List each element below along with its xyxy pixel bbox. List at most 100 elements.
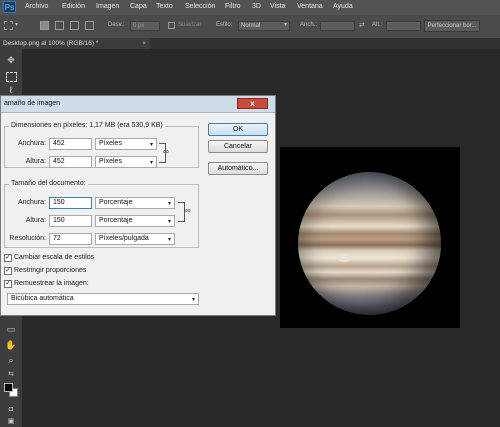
photoshop-logo: Ps (3, 1, 16, 13)
chevron-down-icon: ▾ (149, 142, 153, 148)
chain-link-icon: ∞ (163, 147, 169, 156)
pixel-width-unit-value: Píxeles (99, 140, 122, 147)
menu-capa[interactable]: Capa (130, 3, 147, 10)
chevron-down-icon: ▾ (149, 160, 153, 166)
pixel-height-unit-value: Píxeles (99, 158, 122, 165)
resample-method-value: Bicúbica automática (11, 295, 74, 302)
constrain-proportions-checkbox-row[interactable]: ✓ Restringir proporciones (4, 267, 204, 277)
move-tool-icon[interactable]: ✥ (5, 55, 17, 66)
pixel-height-input[interactable]: 452 (49, 156, 92, 168)
document-canvas[interactable] (280, 147, 460, 328)
menu-ayuda[interactable]: Ayuda (333, 3, 353, 10)
resample-checkbox-row[interactable]: ✓ Remuestrear la imagen: (4, 280, 204, 290)
menu-imagen[interactable]: Imagen (96, 3, 119, 10)
chevron-down-icon: ▾ (167, 201, 171, 207)
doc-height-unit-value: Porcentaje (99, 217, 133, 224)
chevron-down-icon: ▾ (167, 219, 171, 225)
rectangle-tool-icon[interactable]: ▭ (5, 324, 17, 335)
feather-input[interactable]: 0 px (130, 21, 160, 31)
pixel-height-unit-select[interactable]: Píxeles ▾ (95, 156, 157, 168)
document-tab-title: Desktop.png al 100% (RGB/16) * (3, 40, 99, 47)
style-label: Estilo: (216, 22, 233, 28)
menu-ventana[interactable]: Ventana (297, 3, 323, 10)
add-selection-icon[interactable] (55, 21, 64, 30)
menu-vista[interactable]: Vista (270, 3, 285, 10)
scale-styles-label: Cambiar escala de estilos (14, 254, 95, 261)
doc-width-label: Anchura: (17, 199, 46, 206)
pixel-dimensions-legend: Dimensiones en píxeles: 1,17 MB (era 530… (9, 122, 165, 129)
scale-styles-checkbox[interactable]: ✓ (4, 254, 12, 262)
tool-preset-arrow-icon[interactable]: ▾ (15, 21, 18, 28)
ok-button[interactable]: OK (208, 123, 268, 136)
pixel-height-label: Altura: (25, 158, 46, 165)
close-tab-icon[interactable]: × (142, 38, 146, 49)
pixel-dimensions-group: Dimensiones en píxeles: 1,17 MB (era 530… (4, 122, 199, 168)
resample-checkbox[interactable]: ✓ (4, 280, 12, 288)
menu-seleccion[interactable]: Selección (185, 3, 215, 10)
constrain-proportions-label: Restringir proporciones (14, 267, 87, 274)
dialog-close-button[interactable]: x (237, 98, 268, 109)
style-chevron-down-icon: ▾ (284, 22, 288, 28)
style-select[interactable]: Normal (238, 21, 290, 31)
zoom-tool-icon[interactable]: ⌕ (5, 355, 17, 366)
constrain-link-bracket (178, 202, 185, 222)
menu-edicion[interactable]: Edición (62, 3, 85, 10)
doc-height-unit-select[interactable]: Porcentaje ▾ (95, 215, 175, 227)
marquee-tool-icon[interactable] (4, 21, 13, 30)
swap-arrows-icon[interactable]: ⇄ (359, 21, 365, 29)
image-size-dialog: amaño de imagen x Dimensiones en píxeles… (0, 95, 276, 316)
doc-width-input[interactable]: 150 (49, 197, 92, 209)
height-input[interactable] (386, 21, 421, 31)
scale-styles-checkbox-row[interactable]: ✓ Cambiar escala de estilos (4, 254, 204, 264)
jupiter-oval-spot (337, 254, 352, 262)
document-size-legend: Tamaño del documento: (9, 180, 88, 187)
document-tab[interactable]: Desktop.png al 100% (RGB/16) * × (0, 38, 150, 49)
constrain-proportions-checkbox[interactable]: ✓ (4, 267, 12, 275)
auto-button[interactable]: Automático... (208, 162, 268, 175)
refine-edge-button[interactable]: Perfeccionar bor... (424, 20, 480, 32)
resolution-unit-value: Píxeles/pulgada (99, 235, 149, 242)
resample-method-select[interactable]: Bicúbica automática ▾ (7, 293, 199, 305)
pixel-width-input[interactable]: 452 (49, 138, 92, 150)
doc-width-unit-select[interactable]: Porcentaje ▾ (95, 197, 175, 209)
resolution-unit-select[interactable]: Píxeles/pulgada ▾ (95, 233, 175, 245)
chain-link-icon: ∞ (185, 206, 191, 215)
doc-width-unit-value: Porcentaje (99, 199, 133, 206)
pixel-width-unit-select[interactable]: Píxeles ▾ (95, 138, 157, 150)
document-size-group: Tamaño del documento: Anchura: 150 Porce… (4, 180, 199, 248)
jupiter-image (298, 172, 441, 315)
menu-bar: Ps Archivo Edición Imagen Capa Texto Sel… (0, 0, 500, 15)
resolution-label: Resolución: (9, 235, 46, 242)
resample-label: Remuestrear la imagen: (14, 280, 89, 287)
chevron-down-icon: ▾ (191, 297, 195, 303)
antialias-label: Suavizar (178, 22, 202, 28)
document-tab-bar: Desktop.png al 100% (RGB/16) * × (0, 38, 500, 49)
quick-mask-icon[interactable]: ◘ (5, 404, 17, 415)
dialog-title: amaño de imagen (4, 100, 61, 107)
doc-height-label: Altura: (25, 217, 46, 224)
default-colors-icon[interactable]: ⇆ (5, 369, 17, 380)
width-input[interactable] (320, 21, 355, 31)
new-selection-icon[interactable] (40, 21, 49, 30)
options-bar: ▾ Desv.: 0 px Suavizar Estilo: Normal ▾ … (0, 15, 500, 39)
dialog-title-bar[interactable]: amaño de imagen x (1, 96, 275, 113)
hand-tool-icon[interactable]: ✋ (5, 340, 17, 351)
resolution-input[interactable]: 72 (49, 233, 92, 245)
menu-texto[interactable]: Texto (156, 3, 173, 10)
intersect-selection-icon[interactable] (85, 21, 94, 30)
feather-label: Desv.: (108, 22, 125, 28)
antialias-checkbox[interactable] (168, 22, 175, 29)
rect-marquee-tool-icon[interactable] (6, 72, 17, 82)
menu-archivo[interactable]: Archivo (25, 3, 48, 10)
screen-mode-icon[interactable]: ▣ (5, 416, 17, 427)
cancel-button[interactable]: Cancelar (208, 140, 268, 153)
height-label: Alt.: (372, 22, 383, 28)
doc-height-input[interactable]: 150 (49, 215, 92, 227)
menu-3d[interactable]: 3D (252, 3, 261, 10)
subtract-selection-icon[interactable] (70, 21, 79, 30)
foreground-color-swatch[interactable] (4, 383, 13, 392)
chevron-down-icon: ▾ (167, 237, 171, 243)
menu-filtro[interactable]: Filtro (225, 3, 241, 10)
pixel-width-label: Anchura: (17, 140, 46, 147)
width-label: Anch.: (300, 22, 318, 28)
